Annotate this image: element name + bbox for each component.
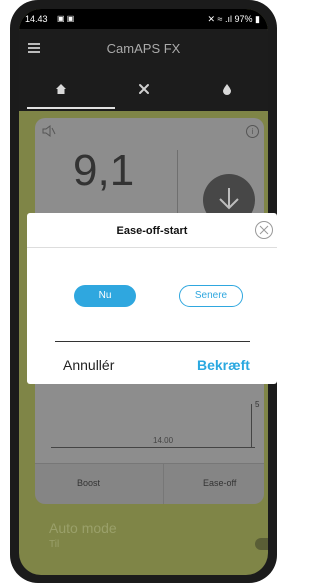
cancel-button[interactable]: Annullér (63, 357, 114, 373)
notification-icons: ▣ ▣ (57, 14, 75, 23)
dialog-separator (27, 247, 277, 248)
status-time: 14.43 (25, 14, 48, 24)
mute-icon[interactable] (42, 125, 56, 137)
auto-mode-status: Til (49, 539, 60, 550)
close-button[interactable] (255, 221, 273, 239)
confirm-button[interactable]: Bekræft (197, 357, 250, 373)
chart-time-label: 14.00 (153, 436, 174, 445)
now-button[interactable]: Nu (74, 285, 136, 307)
chart-axis (251, 404, 252, 448)
dialog-title: Ease-off-start (116, 225, 188, 237)
arrow-down-icon (219, 188, 239, 210)
home-icon (55, 84, 66, 94)
info-icon[interactable]: i (246, 125, 259, 138)
tab-home[interactable] (19, 77, 102, 107)
status-right: ✕ ≈ .ıl 97% ▮ (208, 14, 260, 25)
status-bar: 14.43 ▣ ▣ ✕ ≈ .ıl 97% ▮ (19, 9, 268, 29)
dialog-divider (55, 341, 250, 342)
ease-off-dialog: Ease-off-start Nu Senere Annullér Bekræf… (27, 213, 277, 384)
tab-drop[interactable] (185, 77, 268, 107)
auto-mode-toggle[interactable] (255, 538, 268, 550)
ease-off-button[interactable]: Ease-off (203, 478, 236, 488)
close-icon (259, 225, 269, 235)
battery-icon: ▮ (255, 14, 260, 24)
tab-tools[interactable] (102, 77, 185, 107)
chart-tick-label: 5 (255, 400, 260, 409)
later-button[interactable]: Senere (179, 285, 243, 307)
chart-baseline (51, 447, 255, 448)
glucose-value: 9,1 (73, 146, 135, 195)
action-divider (163, 464, 164, 504)
active-tab-indicator (27, 107, 115, 109)
boost-button[interactable]: Boost (77, 478, 100, 488)
signal-icon: ✕ ≈ .ıl (207, 14, 232, 24)
app-title: CamAPS FX (106, 41, 181, 56)
app-bar: CamAPS FX (19, 29, 268, 111)
tools-icon (138, 84, 149, 94)
card-actions: Boost Ease-off (35, 463, 264, 504)
auto-mode-title: Auto mode (49, 520, 117, 536)
drop-icon (222, 84, 231, 95)
battery-level: 97% (234, 14, 253, 24)
